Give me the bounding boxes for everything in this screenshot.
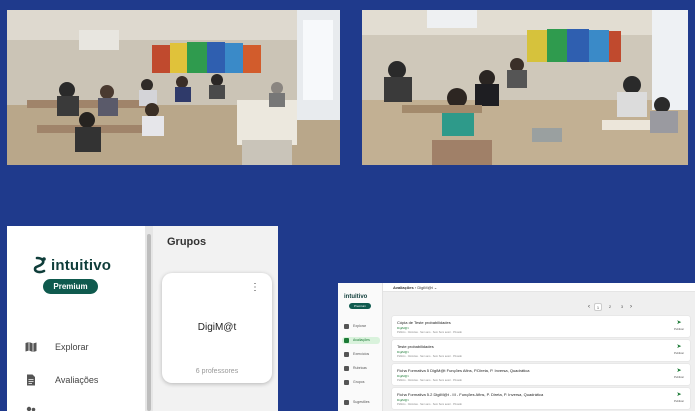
sidebar-item-label: Avaliações [55, 375, 99, 385]
users-icon [26, 406, 36, 411]
intuitivo-tests-screen: intuitivo Premium Explorar Avaliações Ex… [338, 283, 695, 411]
page-1[interactable]: 1 [594, 303, 602, 311]
sidebar-item-label: Explorar [55, 342, 89, 352]
group-card[interactable]: ⋮ DigiM@t 6 professores [162, 273, 272, 383]
classroom-photo-right [362, 10, 688, 165]
test-row[interactable]: Ficha Formativa 5 DigiM@t Funções Afins,… [392, 364, 690, 385]
document-icon [27, 374, 35, 386]
test-group: DigiM@t [397, 398, 409, 402]
test-meta: Público · Ciências · Sem ano · Sem Sem a… [397, 403, 462, 406]
sidebar-item-avaliacoes[interactable]: Avaliações [342, 337, 380, 344]
test-meta: Público · Ciências · Sem ano · Sem Sem a… [397, 331, 462, 334]
prev-page-icon[interactable]: ‹ [588, 304, 590, 310]
tests-list: ‹ 1 2 3 › Cópia de Teste probabilidades … [383, 292, 695, 411]
group-members-count: 6 professores [195, 368, 239, 375]
page-3[interactable]: 3 [618, 303, 626, 311]
sidebar: intuitivo Premium Explorar Avaliações [7, 226, 145, 411]
publish-label: Publicar [673, 399, 685, 403]
sidebar-item-explorar[interactable]: Explorar [25, 341, 89, 353]
publish-button[interactable]: ➤ Publicar [672, 319, 686, 331]
map-icon [344, 324, 349, 329]
send-icon: ➤ [676, 320, 682, 326]
brand-name: intuitivo [51, 256, 112, 274]
map-icon [25, 342, 37, 352]
sidebar-item-label: Sugestões [353, 400, 370, 404]
group-name: DigiM@t [197, 322, 237, 333]
more-options-icon[interactable]: ⋮ [250, 283, 260, 293]
sidebar-item-label: Avaliações [353, 338, 370, 342]
send-icon: ➤ [676, 368, 682, 374]
test-title: Teste probabilidades [397, 344, 434, 349]
send-icon: ➤ [676, 344, 682, 350]
sidebar-item-partial[interactable] [25, 406, 37, 411]
page-2[interactable]: 2 [606, 303, 614, 311]
test-title: Ficha Formativa 5 DigiM@t Funções Afins,… [397, 368, 530, 373]
send-icon: ➤ [676, 392, 682, 398]
sidebar-item-label: Explorar [353, 324, 367, 328]
sidebar-item-label: Rubricas [353, 366, 367, 370]
classroom-photo-left [7, 10, 340, 165]
breadcrumb-current[interactable]: DigiM@t [417, 285, 432, 290]
brand-name[interactable]: intuitivo [344, 294, 367, 300]
rubric-icon [344, 366, 349, 371]
sidebar-item-grupos[interactable]: Grupos [342, 379, 380, 386]
pagination: ‹ 1 2 3 › [588, 303, 632, 311]
intuitivo-groups-screen: intuitivo Premium Explorar Avaliações Gr… [7, 226, 278, 411]
test-group: DigiM@t [397, 350, 409, 354]
publish-label: Publicar [673, 327, 685, 331]
premium-badge: Premium [349, 303, 371, 309]
scrollbar-thumb[interactable] [147, 234, 151, 411]
sidebar-item-explorar[interactable]: Explorar [342, 323, 380, 330]
sidebar-item-exercicios[interactable]: Exercícios [342, 351, 380, 358]
sidebar-item-label: Grupos [353, 380, 365, 384]
premium-badge: Premium [43, 279, 98, 294]
sidebar-item-label: Exercícios [353, 352, 370, 356]
sidebar-item-avaliacoes[interactable]: Avaliações [25, 374, 98, 386]
sidebar: intuitivo Premium Explorar Avaliações Ex… [338, 283, 383, 411]
users-icon [344, 380, 349, 385]
publish-label: Publicar [673, 375, 685, 379]
sidebar-scrollbar[interactable] [145, 226, 153, 411]
breadcrumb: Avaliações › DigiM@t ⌄ [383, 283, 695, 292]
publish-label: Publicar [673, 351, 685, 355]
puzzle-icon [344, 352, 349, 357]
brand-logo[interactable]: intuitivo [33, 256, 111, 274]
test-meta: Público · Ciências · Sem ano · Sem Sem a… [397, 379, 462, 382]
sidebar-item-sugestoes[interactable]: Sugestões [342, 399, 380, 406]
test-title: Cópia de Teste probabilidades [397, 320, 451, 325]
test-row[interactable]: Cópia de Teste probabilidades DigiM@t Pú… [392, 316, 690, 337]
test-meta: Público · Ciências · Sem ano · Sem Sem a… [397, 355, 462, 358]
test-group: DigiM@t [397, 326, 409, 330]
next-page-icon[interactable]: › [630, 304, 632, 310]
chevron-down-icon[interactable]: ⌄ [434, 285, 437, 290]
document-icon [344, 338, 349, 343]
test-row[interactable]: Teste probabilidades DigiM@t Público · C… [392, 340, 690, 361]
test-title: Ficha Formativa 5.2 DigiM@t - III - Funç… [397, 392, 544, 397]
page-title: Grupos [167, 236, 207, 248]
chat-icon [344, 400, 349, 405]
main-panel: Grupos ⋮ DigiM@t 6 professores [153, 226, 278, 411]
intuitivo-logo-icon [33, 256, 46, 274]
publish-button[interactable]: ➤ Publicar [672, 391, 686, 403]
publish-button[interactable]: ➤ Publicar [672, 343, 686, 355]
sidebar-item-rubricas[interactable]: Rubricas [342, 365, 380, 372]
test-row[interactable]: Ficha Formativa 5.2 DigiM@t - III - Funç… [392, 388, 690, 409]
breadcrumb-root[interactable]: Avaliações [393, 285, 414, 290]
publish-button[interactable]: ➤ Publicar [672, 367, 686, 379]
test-group: DigiM@t [397, 374, 409, 378]
